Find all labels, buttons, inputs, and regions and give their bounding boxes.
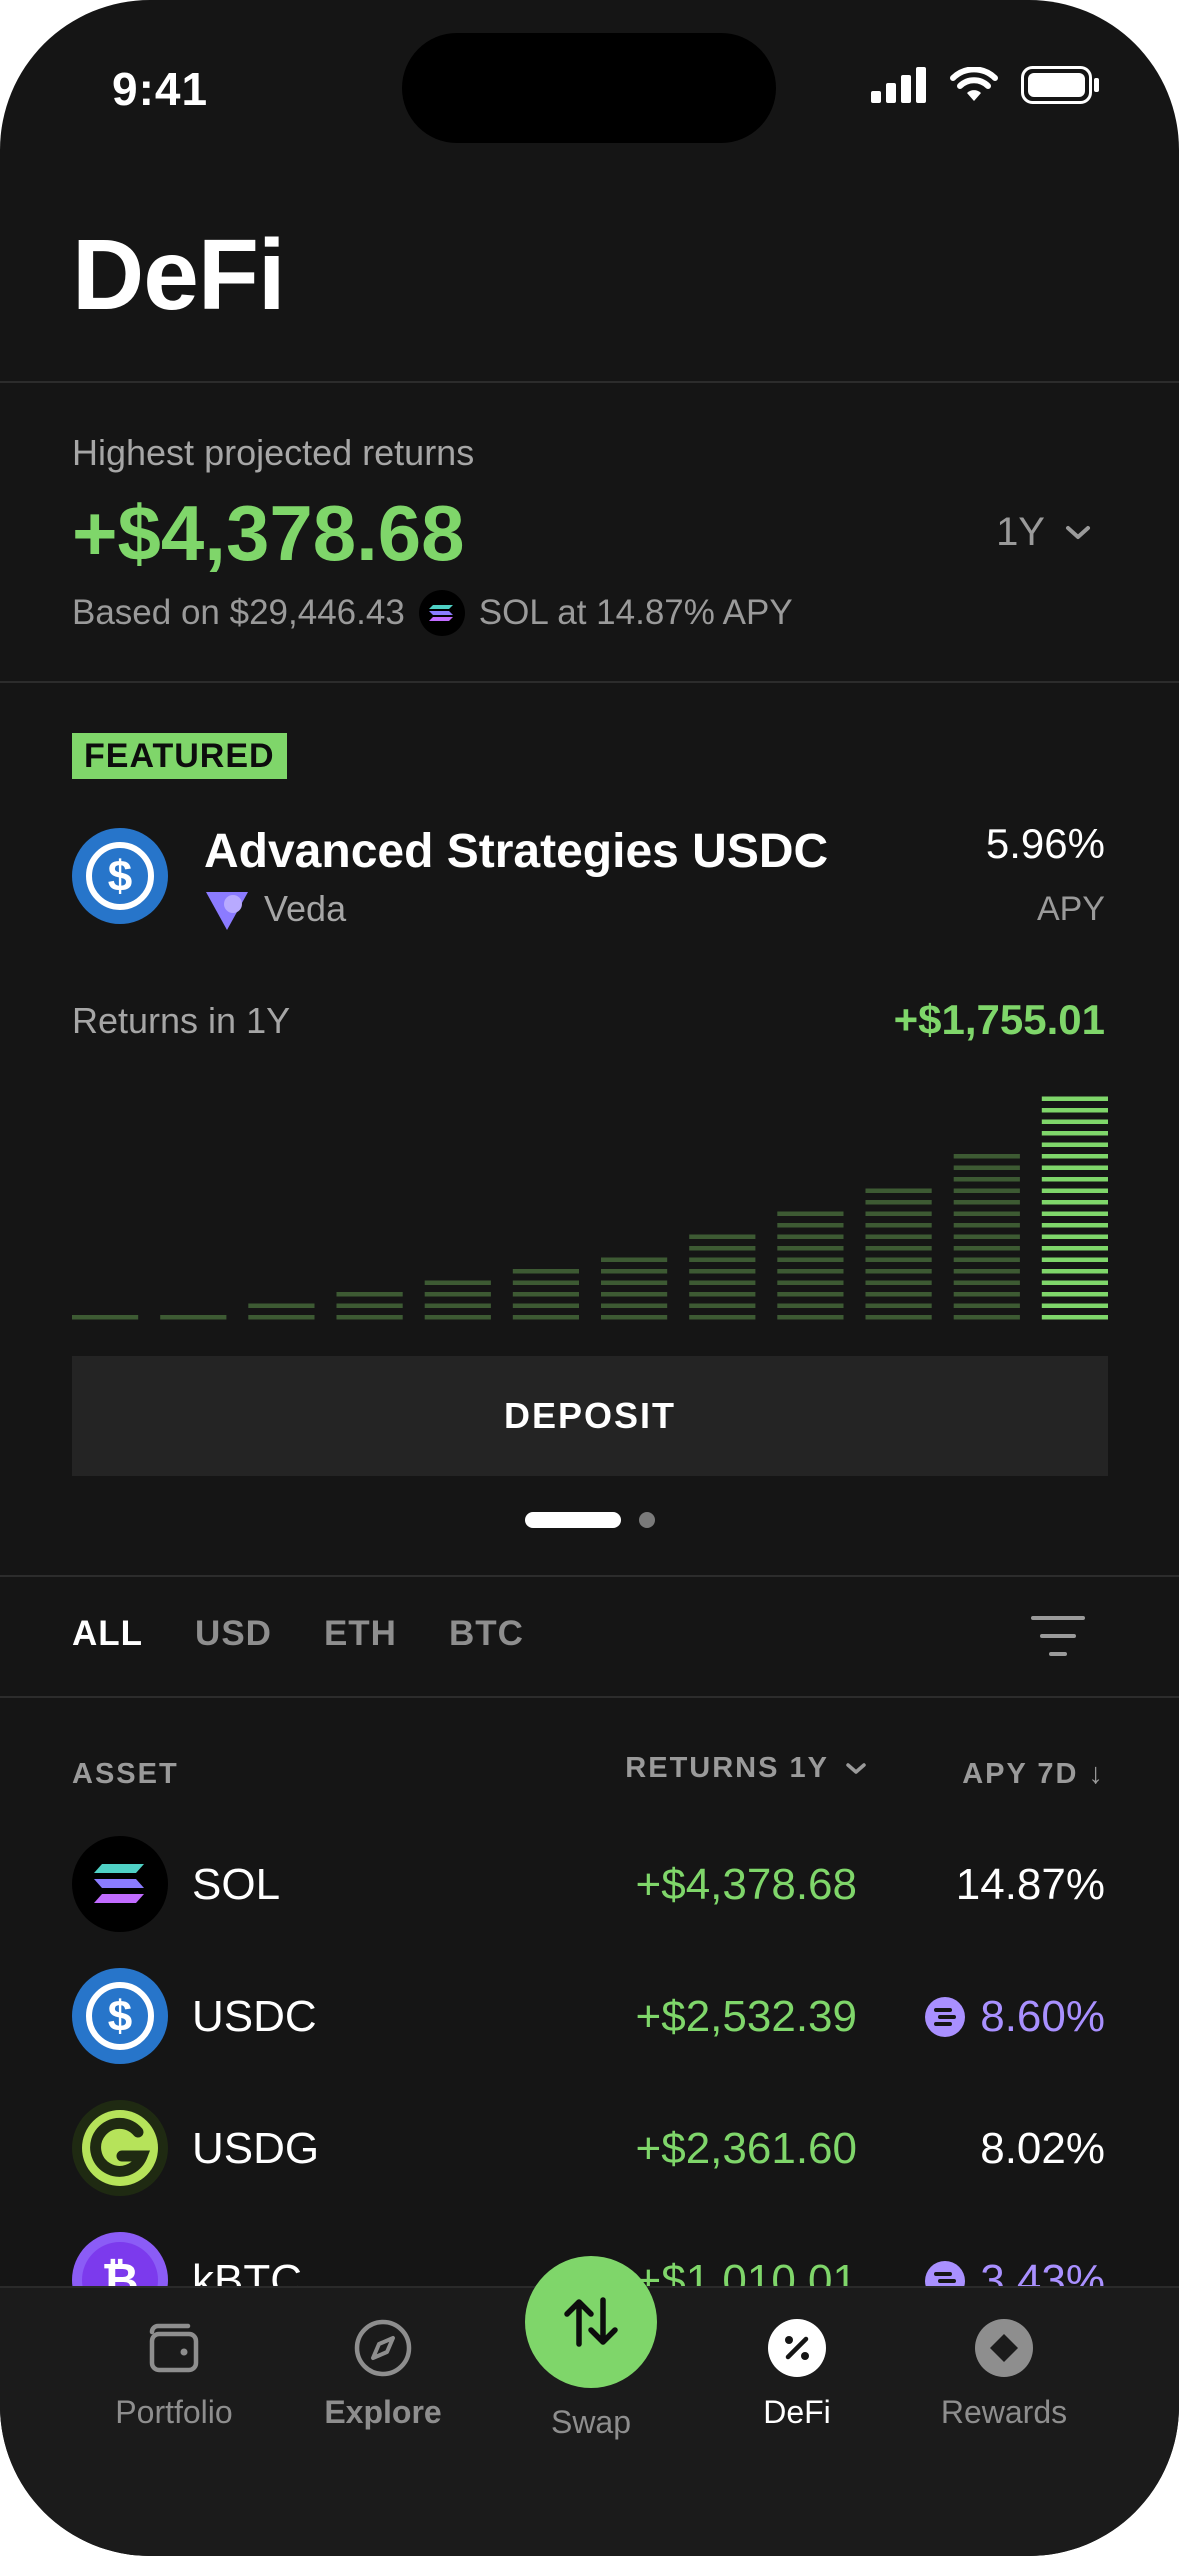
deposit-button[interactable]: DEPOSIT bbox=[72, 1356, 1108, 1476]
summary-value: +$4,378.68 bbox=[72, 489, 465, 577]
chevron-down-icon bbox=[846, 1762, 866, 1774]
filter-icon[interactable] bbox=[1031, 1614, 1085, 1658]
sol-icon bbox=[418, 590, 465, 636]
wifi-icon bbox=[950, 67, 998, 101]
nav-explore-label: Explore bbox=[324, 2394, 442, 2430]
asset-symbol: USDC bbox=[192, 1992, 317, 2041]
sol-icon bbox=[72, 1836, 168, 1932]
summary-basis-asset: SOL at 14.87% APY bbox=[478, 593, 793, 632]
nav-defi[interactable]: DeFi bbox=[697, 2318, 897, 2431]
table-row[interactable]: $ USDC +$2,532.39 8.60% bbox=[0, 1968, 1179, 2068]
featured-provider: Veda bbox=[204, 886, 346, 932]
featured-provider-label: Veda bbox=[264, 888, 347, 929]
swap-button[interactable] bbox=[525, 2256, 657, 2388]
asset-apy: 8.02% bbox=[980, 2124, 1105, 2174]
divider bbox=[0, 681, 1179, 683]
period-label: 1Y bbox=[996, 510, 1045, 554]
growth-bar bbox=[777, 1211, 844, 1320]
growth-bar bbox=[1041, 1096, 1108, 1320]
nav-portfolio-label: Portfolio bbox=[115, 2394, 233, 2430]
divider bbox=[0, 1696, 1179, 1698]
featured-apy-value: 5.96% bbox=[985, 820, 1105, 867]
column-header-returns-label: RETURNS 1Y bbox=[625, 1752, 829, 1784]
featured-vault-name[interactable]: Advanced Strategies USDC bbox=[204, 824, 828, 879]
growth-bar bbox=[72, 1315, 139, 1320]
tab-btc[interactable]: BTC bbox=[449, 1614, 524, 1654]
asset-returns: +$2,532.39 bbox=[635, 1992, 857, 2041]
asset-symbol: USDG bbox=[192, 2124, 320, 2173]
chevron-down-icon bbox=[1066, 525, 1090, 539]
battery-icon bbox=[1021, 66, 1099, 104]
growth-bar bbox=[336, 1292, 403, 1320]
tab-all[interactable]: ALL bbox=[72, 1614, 143, 1654]
asset-apy: 14.87% bbox=[956, 1860, 1105, 1910]
asset-apy-value: 14.87% bbox=[955, 1860, 1105, 1909]
summary-basis: Based on $29,446.43 SOL at 14.87% APY bbox=[72, 590, 793, 636]
nav-portfolio[interactable]: Portfolio bbox=[74, 2318, 274, 2431]
asset-apy: 8.60% bbox=[924, 1992, 1105, 2042]
nav-explore[interactable]: Explore bbox=[283, 2318, 483, 2431]
nav-defi-label: DeFi bbox=[763, 2394, 831, 2430]
nav-rewards[interactable]: Rewards bbox=[904, 2318, 1104, 2431]
boost-icon bbox=[925, 1997, 966, 2037]
carousel-dot-active[interactable] bbox=[524, 1512, 621, 1528]
summary-label: Highest projected returns bbox=[72, 432, 475, 473]
growth-bar bbox=[512, 1269, 579, 1320]
column-header-returns[interactable]: RETURNS 1Y bbox=[625, 1752, 867, 1785]
asset-apy-value: 8.02% bbox=[980, 2124, 1105, 2173]
svg-text:$: $ bbox=[108, 1992, 132, 2041]
growth-bar bbox=[248, 1303, 315, 1320]
divider bbox=[0, 381, 1179, 383]
nav-swap-label: Swap bbox=[550, 2404, 632, 2440]
growth-bar bbox=[689, 1234, 756, 1320]
tab-eth[interactable]: ETH bbox=[324, 1614, 397, 1654]
asset-returns: +$2,361.60 bbox=[635, 2124, 857, 2173]
status-icons bbox=[871, 66, 1101, 104]
growth-bar bbox=[160, 1315, 227, 1320]
asset-returns: +$4,378.68 bbox=[635, 1860, 857, 1909]
table-row[interactable]: SOL +$4,378.68 14.87% bbox=[0, 1836, 1179, 1936]
cellular-signal-icon bbox=[871, 67, 926, 103]
returns-value: +$1,755.01 bbox=[893, 996, 1105, 1043]
tab-usd[interactable]: USD bbox=[195, 1614, 272, 1654]
veda-logo-icon bbox=[206, 892, 248, 930]
column-header-asset: ASSET bbox=[72, 1758, 179, 1790]
compass-icon bbox=[354, 2319, 412, 2377]
svg-text:$: $ bbox=[108, 852, 132, 901]
carousel-dot[interactable] bbox=[638, 1512, 655, 1528]
wallet-icon bbox=[149, 2323, 199, 2373]
period-selector[interactable]: 1Y bbox=[996, 510, 1091, 555]
phone-screen: 9:41 DeFi Highest projected returns +$4,… bbox=[0, 0, 1179, 2556]
page-title: DeFi bbox=[72, 219, 286, 331]
asset-filter-tabs: ALL USD ETH BTC bbox=[72, 1614, 524, 1654]
growth-bar bbox=[601, 1257, 668, 1320]
growth-bar bbox=[424, 1280, 491, 1320]
rewards-icon bbox=[975, 2319, 1033, 2377]
carousel-pagination[interactable] bbox=[0, 1512, 1179, 1528]
growth-bar bbox=[953, 1154, 1020, 1320]
percent-badge-icon bbox=[768, 2319, 826, 2377]
table-row[interactable]: USDG +$2,361.60 8.02% bbox=[0, 2100, 1179, 2200]
featured-badge: FEATURED bbox=[72, 733, 287, 779]
nav-rewards-label: Rewards bbox=[940, 2394, 1068, 2430]
usdc-icon: $ bbox=[72, 828, 168, 924]
divider bbox=[0, 1575, 1179, 1577]
status-time: 9:41 bbox=[112, 63, 209, 115]
dynamic-island bbox=[402, 33, 776, 143]
returns-growth-chart bbox=[72, 1096, 1108, 1320]
summary-basis-amount: Based on $29,446.43 bbox=[72, 593, 405, 632]
column-header-apy[interactable]: APY 7D ↓ bbox=[962, 1758, 1105, 1791]
asset-symbol: SOL bbox=[192, 1860, 281, 1909]
swap-arrows-icon bbox=[564, 2297, 618, 2347]
growth-bar bbox=[865, 1188, 932, 1320]
usdc-icon: $ bbox=[72, 1968, 168, 2064]
asset-apy-value: 8.60% bbox=[980, 1992, 1105, 2041]
featured-apy-label: APY bbox=[1036, 890, 1105, 928]
usdg-icon bbox=[72, 2100, 168, 2196]
returns-label: Returns in 1Y bbox=[72, 1000, 291, 1041]
